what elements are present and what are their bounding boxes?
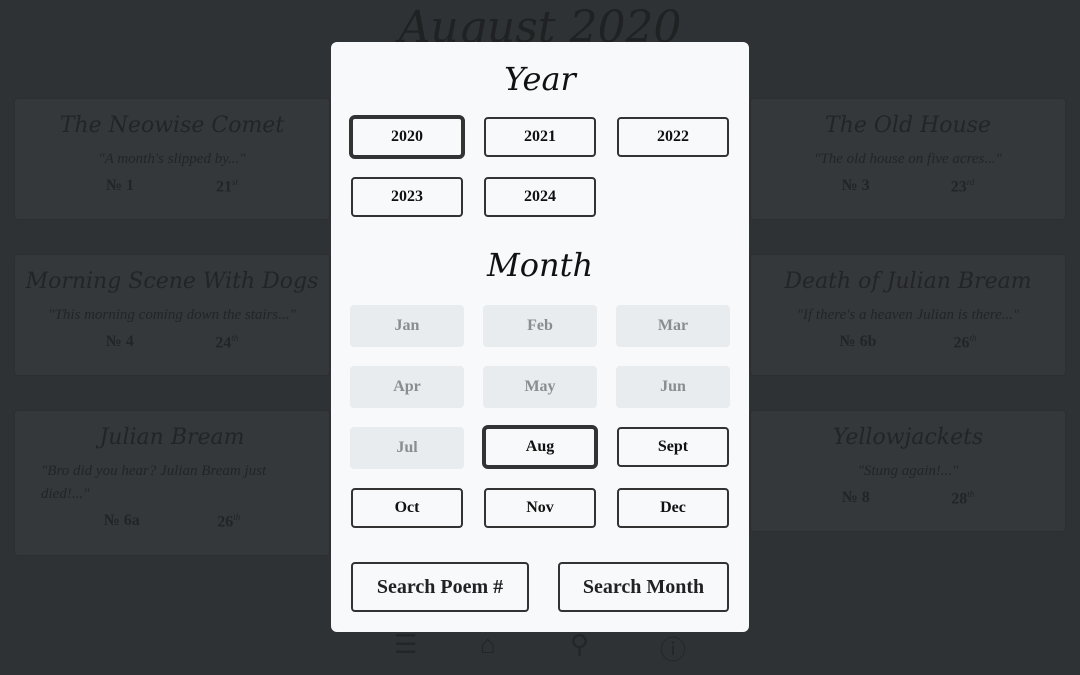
poem-number: № 4 <box>105 333 134 350</box>
poem-quote: "This morning coming down the stairs..." <box>48 307 296 323</box>
month-dec-button[interactable]: Dec <box>617 488 729 528</box>
poem-number: № 6a <box>103 512 140 529</box>
year-2022-button[interactable]: 2022 <box>617 117 729 157</box>
search-icon[interactable]: ⚲ <box>570 630 589 660</box>
month-heading: Month <box>486 246 594 284</box>
poem-quote: "The old house on five acres..." <box>814 151 1002 167</box>
month-jun-button: Jun <box>616 366 730 408</box>
poem-number: № 1 <box>105 177 135 194</box>
poem-day: 28th <box>951 489 975 508</box>
poem-card[interactable]: Death of Julian Bream "If there's a heave… <box>750 254 1066 376</box>
month-apr-button: Apr <box>350 366 464 408</box>
poem-number: № 6b <box>839 333 877 350</box>
poem-title: The Old House <box>825 113 991 138</box>
month-nov-button[interactable]: Nov <box>484 488 596 528</box>
poem-number: № 3 <box>841 177 870 194</box>
poem-title: Yellowjackets <box>832 425 984 450</box>
month-sept-button[interactable]: Sept <box>617 427 729 467</box>
month-mar-button: Mar <box>616 305 730 347</box>
info-icon[interactable]: ⓘ <box>660 630 686 667</box>
menu-icon[interactable]: ☰ <box>394 630 417 660</box>
poem-day: 21st <box>216 177 239 196</box>
poem-title: Julian Bream <box>99 425 245 450</box>
poem-card[interactable]: The Neowise Comet "A month's slipped by..… <box>14 98 330 220</box>
poem-quote: "A month's slipped by..." <box>98 151 246 167</box>
poem-day: 26th <box>953 333 977 352</box>
poem-number: № 8 <box>841 489 870 506</box>
year-heading: Year <box>504 60 576 98</box>
month-may-button: May <box>483 366 597 408</box>
month-feb-button: Feb <box>483 305 597 347</box>
year-2021-button[interactable]: 2021 <box>484 117 596 157</box>
poem-quote: "Stung again!..." <box>857 463 959 479</box>
poem-quote: "Bro did you hear? Julian Bream just die… <box>41 463 267 502</box>
month-aug-button[interactable]: Aug <box>482 425 598 469</box>
poem-card[interactable]: Julian Bream "Bro did you hear? Julian Br… <box>14 410 330 556</box>
date-picker-modal: Year 2020 2021 2022 2023 2024 Month Jan … <box>331 42 749 632</box>
search-month-button[interactable]: Search Month <box>558 562 729 612</box>
year-2024-button[interactable]: 2024 <box>484 177 596 217</box>
poem-card[interactable]: The Old House "The old house on five acre… <box>750 98 1066 220</box>
year-2023-button[interactable]: 2023 <box>351 177 463 217</box>
poem-day: 23rd <box>950 177 975 196</box>
search-poem-button[interactable]: Search Poem # <box>351 562 529 612</box>
home-icon[interactable]: ⌂ <box>480 630 496 660</box>
poem-quote: "If there's a heaven Julian is there..." <box>796 307 1020 323</box>
poem-card[interactable]: Yellowjackets "Stung again!..." № 8 28th <box>750 410 1066 532</box>
month-jan-button: Jan <box>350 305 464 347</box>
month-jul-button: Jul <box>350 427 464 469</box>
poem-title: Death of Julian Bream <box>784 269 1032 294</box>
poem-title: Morning Scene With Dogs <box>25 269 319 294</box>
poem-title: The Neowise Comet <box>59 113 285 138</box>
year-2020-button[interactable]: 2020 <box>349 115 465 159</box>
poem-day: 24th <box>215 333 239 352</box>
month-oct-button[interactable]: Oct <box>351 488 463 528</box>
poem-card[interactable]: Morning Scene With Dogs "This morning com… <box>14 254 330 376</box>
poem-day: 26th <box>217 512 241 531</box>
